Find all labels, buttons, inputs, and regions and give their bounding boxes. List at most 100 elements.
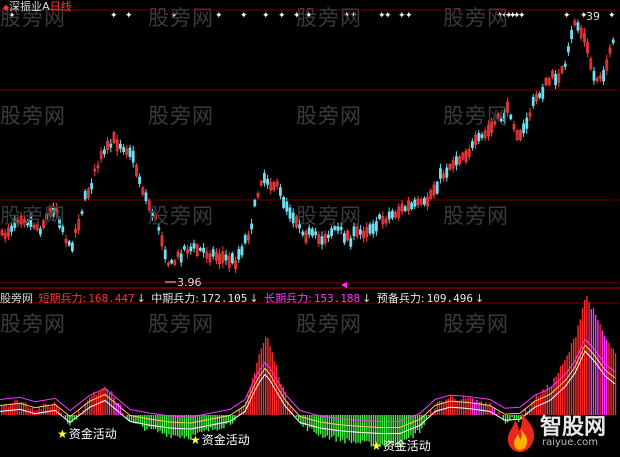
force-bar	[157, 415, 159, 433]
force-bar	[359, 415, 361, 444]
candle-body	[266, 178, 270, 185]
candle-body	[378, 214, 382, 219]
candle-body	[109, 143, 113, 148]
candle-body	[278, 187, 282, 196]
force-bar	[212, 415, 214, 430]
down-arrow-icon: ↓	[362, 292, 372, 305]
force-bar	[346, 415, 348, 439]
candle-body	[144, 192, 148, 202]
reserve-force-label: 预备兵力:	[376, 292, 425, 305]
long-force-value: 153.188	[313, 292, 361, 305]
logo-url: raiyue.com	[542, 437, 598, 448]
force-bar	[5, 404, 7, 415]
force-bar	[328, 415, 331, 440]
force-bar	[40, 409, 42, 415]
force-bar	[12, 403, 14, 415]
force-bar	[460, 399, 463, 415]
force-bar	[573, 338, 575, 415]
force-bar	[51, 404, 53, 415]
mid-force-value: 172.105	[201, 292, 248, 305]
candle-body	[67, 241, 71, 246]
force-bar	[16, 399, 18, 415]
candle-body	[374, 221, 378, 232]
candle-body	[438, 168, 442, 179]
watermark: 股旁网	[0, 204, 66, 228]
force-bar	[177, 415, 179, 437]
force-bar	[368, 415, 370, 442]
force-bar	[412, 415, 414, 439]
candle-body	[80, 211, 84, 215]
down-arrow-icon: ↓	[249, 292, 259, 305]
force-bar	[124, 414, 126, 415]
candle-body	[179, 253, 183, 263]
signal-marker-icon: ✦	[215, 11, 223, 21]
force-bar	[575, 337, 577, 415]
force-bar	[56, 405, 58, 415]
force-bar	[78, 411, 80, 415]
force-bar	[355, 415, 357, 444]
annotation-text: 资金活动	[68, 427, 117, 441]
force-bar	[91, 395, 93, 415]
force-bar	[348, 415, 350, 441]
watermark: 股旁网	[148, 6, 214, 30]
chart-title: ◆深振业A日线	[3, 0, 72, 14]
candle-body	[567, 46, 570, 53]
candle-body	[570, 29, 573, 40]
fund-activity-annotation: ★资金活动	[371, 437, 431, 454]
watermark: 股旁网	[148, 312, 214, 336]
force-bar	[9, 403, 12, 415]
candle-body	[326, 234, 330, 239]
force-bar	[31, 407, 34, 415]
candle-body	[320, 236, 324, 245]
force-bar	[414, 415, 416, 434]
candle-body	[189, 246, 193, 252]
candle-body	[310, 228, 314, 236]
candle-body	[71, 242, 74, 252]
candle-body	[538, 93, 541, 98]
candle-body	[119, 143, 122, 149]
candle-body	[480, 134, 484, 138]
signal-marker-icon: ✦	[262, 11, 270, 21]
force-bar	[260, 348, 262, 415]
candle-body	[435, 181, 439, 194]
force-bar	[353, 415, 355, 442]
candle-body	[576, 22, 580, 31]
high-price-label: 39	[586, 10, 600, 23]
candle-body	[410, 202, 414, 210]
force-bar	[313, 415, 315, 433]
watermark: 股旁网	[443, 104, 509, 128]
annotation-text: 资金活动	[201, 433, 250, 447]
short-force-label: 短期兵力:	[38, 292, 87, 305]
force-bar	[295, 415, 298, 417]
flame-icon	[507, 411, 535, 452]
force-bar	[256, 362, 258, 415]
candle-body	[403, 206, 407, 212]
candle-body	[230, 253, 234, 264]
force-bar	[159, 415, 161, 431]
candle-body	[83, 191, 87, 200]
star-icon: ★	[371, 439, 382, 453]
candle-body	[522, 123, 525, 134]
force-bar	[489, 402, 491, 415]
candle-body	[243, 235, 247, 244]
force-bar	[146, 415, 148, 430]
annotation-text: 资金活动	[382, 439, 431, 453]
force-bar	[161, 415, 163, 434]
candle-body	[131, 150, 135, 163]
force-bar	[614, 353, 617, 415]
force-bar	[152, 415, 155, 430]
candle-body	[288, 207, 292, 219]
force-bar	[438, 400, 441, 415]
candle-body	[531, 96, 535, 106]
force-bar	[168, 415, 170, 435]
force-bar	[42, 403, 45, 415]
star-icon: ★	[190, 433, 201, 447]
candle-body	[563, 63, 567, 67]
candle-body	[342, 233, 346, 243]
force-bar	[236, 414, 238, 415]
fund-activity-annotation: ★资金活动	[57, 425, 117, 442]
force-bar	[357, 415, 359, 443]
candle-body	[250, 223, 254, 230]
candle-body	[138, 176, 142, 184]
watermark: 股旁网	[443, 312, 509, 336]
